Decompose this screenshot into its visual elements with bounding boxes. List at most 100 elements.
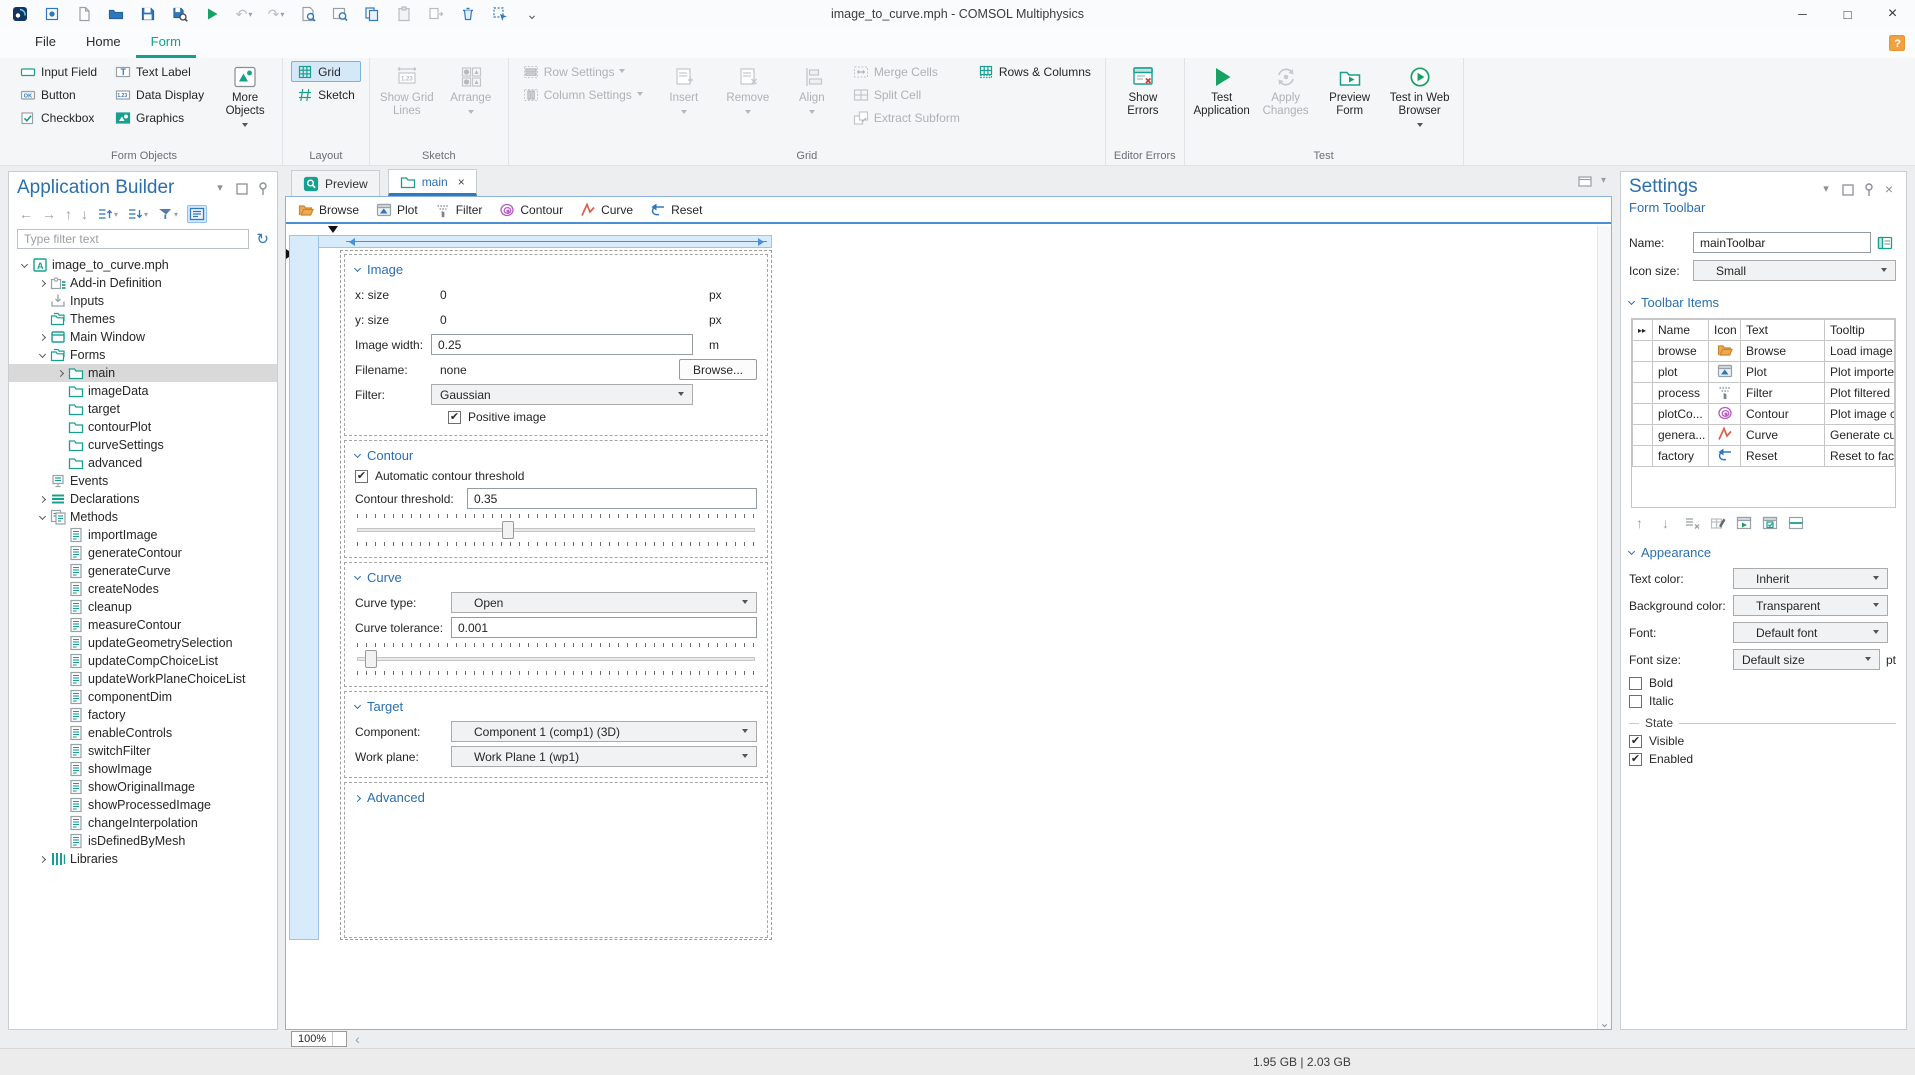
add-separator-icon[interactable] (1787, 515, 1804, 531)
tree-item-updatecompchoicelist[interactable]: updateCompChoiceList (9, 652, 277, 670)
qat-customize-icon[interactable]: ⌄ (522, 4, 542, 24)
vertical-scrollbar[interactable]: ⌄ (1597, 226, 1611, 1029)
tree-item-main-window[interactable]: Main Window (9, 328, 277, 346)
tree-item-switchfilter[interactable]: switchFilter (9, 742, 277, 760)
graphics-button[interactable]: Graphics (109, 107, 210, 128)
tree-item-add-in-definition[interactable]: Add-in Definition (9, 274, 277, 292)
expander-icon[interactable] (35, 279, 49, 288)
auto-contour-checkbox[interactable]: ✔ (355, 469, 368, 483)
form-toolbar-contour-button[interactable]: Contour (499, 202, 563, 218)
split-cell-button[interactable]: Split Cell (847, 84, 966, 105)
select-icon[interactable] (490, 4, 510, 24)
expander-icon[interactable] (35, 333, 49, 342)
test-application-button[interactable]: Test Application (1193, 61, 1251, 118)
expander-icon[interactable] (17, 260, 31, 268)
column-header-icon[interactable]: Icon (1708, 319, 1741, 341)
toolbar-item-row-contour[interactable]: plotCo... ContourPlot image c... (1632, 403, 1895, 425)
tree-item-image-to-curve-mph[interactable]: Aimage_to_curve.mph (9, 256, 277, 274)
duplicate-icon[interactable] (426, 4, 446, 24)
toolbar-item-row-curve[interactable]: genera... CurveGenerate cur... (1632, 424, 1895, 446)
tree-back-icon[interactable]: ← (19, 205, 33, 223)
filter-input[interactable] (17, 229, 250, 249)
tree-item-curvesettings[interactable]: curveSettings (9, 436, 277, 454)
close-icon[interactable]: × (1870, 0, 1915, 28)
icon-size-dropdown[interactable]: Small (1693, 260, 1896, 281)
toolbar-item-row-plot[interactable]: plot PlotPlot importe... (1632, 361, 1895, 383)
visible-checkbox[interactable]: ✔ (1629, 734, 1642, 748)
column-header-tooltip[interactable]: Tooltip (1824, 319, 1895, 341)
grid-column-header[interactable] (289, 235, 772, 248)
tree-item-contourplot[interactable]: contourPlot (9, 418, 277, 436)
italic-checkbox[interactable] (1629, 694, 1642, 708)
appearance-header[interactable]: Appearance (1627, 545, 1896, 560)
toolbar-item-row-filter[interactable]: process FilterPlot filtered i... (1632, 382, 1895, 404)
add-action-icon[interactable] (1735, 515, 1752, 531)
show-errors-button[interactable]: Show Errors (1114, 61, 1172, 118)
scroll-down-icon[interactable]: ⌄ (1599, 1017, 1609, 1029)
app-builder-icon[interactable] (42, 4, 62, 24)
section-target-header[interactable]: Target (353, 699, 757, 714)
editor-dock-icon[interactable] (1577, 174, 1593, 188)
item-delete-icon[interactable] (1683, 515, 1700, 531)
more-objects-button[interactable]: More Objects (216, 61, 274, 130)
section-curve-header[interactable]: Curve (353, 570, 757, 585)
browse-button[interactable]: Browse... (678, 359, 757, 380)
paste-icon[interactable] (394, 4, 414, 24)
tree-item-themes[interactable]: Themes (9, 310, 277, 328)
tree-item-updategeometryselection[interactable]: updateGeometrySelection (9, 634, 277, 652)
sketch-mode-button[interactable]: Sketch (291, 84, 361, 105)
tree-item-generatecurve[interactable]: generateCurve (9, 562, 277, 580)
form-canvas[interactable]: Image x: size 0 px y: size 0 px Image width:… (286, 226, 1597, 1029)
enabled-checkbox[interactable]: ✔ (1629, 752, 1642, 766)
float-panel-icon[interactable] (234, 181, 248, 195)
delete-icon[interactable] (458, 4, 478, 24)
input-field-button[interactable]: Input Field (14, 61, 103, 82)
open-icon[interactable] (106, 4, 126, 24)
item-down-icon[interactable]: ↓ (1657, 515, 1674, 531)
tree-item-createnodes[interactable]: createNodes (9, 580, 277, 598)
item-up-icon[interactable]: ↑ (1631, 515, 1648, 531)
tree-item-updateworkplanechoicelist[interactable]: updateWorkPlaneChoiceList (9, 670, 277, 688)
form-toolbar-filter-button[interactable]: Filter (435, 202, 482, 218)
form-toolbar-browse-button[interactable]: Browse (298, 202, 359, 218)
tree-item-changeinterpolation[interactable]: changeInterpolation (9, 814, 277, 832)
tree-move-up-icon[interactable]: ↑ (65, 205, 72, 223)
text-label-button[interactable]: T Text Label (109, 61, 210, 82)
preview-selected-icon[interactable] (330, 4, 350, 24)
tree-item-importimage[interactable]: importImage (9, 526, 277, 544)
pin-icon[interactable] (1861, 182, 1875, 196)
grid-mode-button[interactable]: Grid (291, 61, 361, 82)
zoom-dropdown[interactable]: 100% (291, 1031, 348, 1047)
merge-cells-button[interactable]: Merge Cells (847, 61, 966, 82)
save-icon[interactable] (138, 4, 158, 24)
pin-icon[interactable] (255, 181, 269, 195)
tree-item-showprocessedimage[interactable]: showProcessedImage (9, 796, 277, 814)
tab-main[interactable]: main × (387, 169, 477, 196)
font-size-dropdown[interactable]: Default size (1733, 649, 1880, 670)
positive-image-checkbox[interactable]: ✔ (448, 410, 461, 424)
align-button[interactable]: Align (783, 61, 841, 117)
expander-icon[interactable] (35, 495, 49, 504)
arrange-button[interactable]: Arrange (442, 61, 500, 117)
curve-tolerance-input[interactable] (451, 617, 757, 638)
comsol-logo-icon[interactable] (10, 4, 30, 24)
copy-icon[interactable] (362, 4, 382, 24)
add-toggle-icon[interactable] (1761, 515, 1778, 531)
section-advanced-header[interactable]: Advanced (353, 790, 757, 805)
collapse-nodes-icon[interactable]: ▾ (127, 205, 148, 223)
remove-button[interactable]: Remove (719, 61, 777, 117)
apply-changes-button[interactable]: Apply Changes (1257, 61, 1315, 118)
expand-nodes-icon[interactable]: ▾ (97, 205, 118, 223)
toolbar-items-header[interactable]: Toolbar Items (1627, 295, 1896, 310)
insert-button[interactable]: Insert (655, 61, 713, 117)
name-edit-icon[interactable] (1877, 235, 1893, 251)
undo-icon[interactable]: ↶ ▾ (234, 4, 254, 24)
section-image-header[interactable]: Image (353, 262, 757, 277)
preview-form-button[interactable]: Preview Form (1321, 61, 1379, 118)
panel-close-icon[interactable]: × (1882, 182, 1896, 196)
run-icon[interactable] (202, 4, 222, 24)
rows-columns-button[interactable]: Rows & Columns (972, 61, 1097, 82)
editor-menu-icon[interactable]: ▾ (1601, 174, 1606, 188)
form-toolbar-curve-button[interactable]: Curve (580, 201, 633, 218)
button-button[interactable]: OK Button (14, 84, 103, 105)
